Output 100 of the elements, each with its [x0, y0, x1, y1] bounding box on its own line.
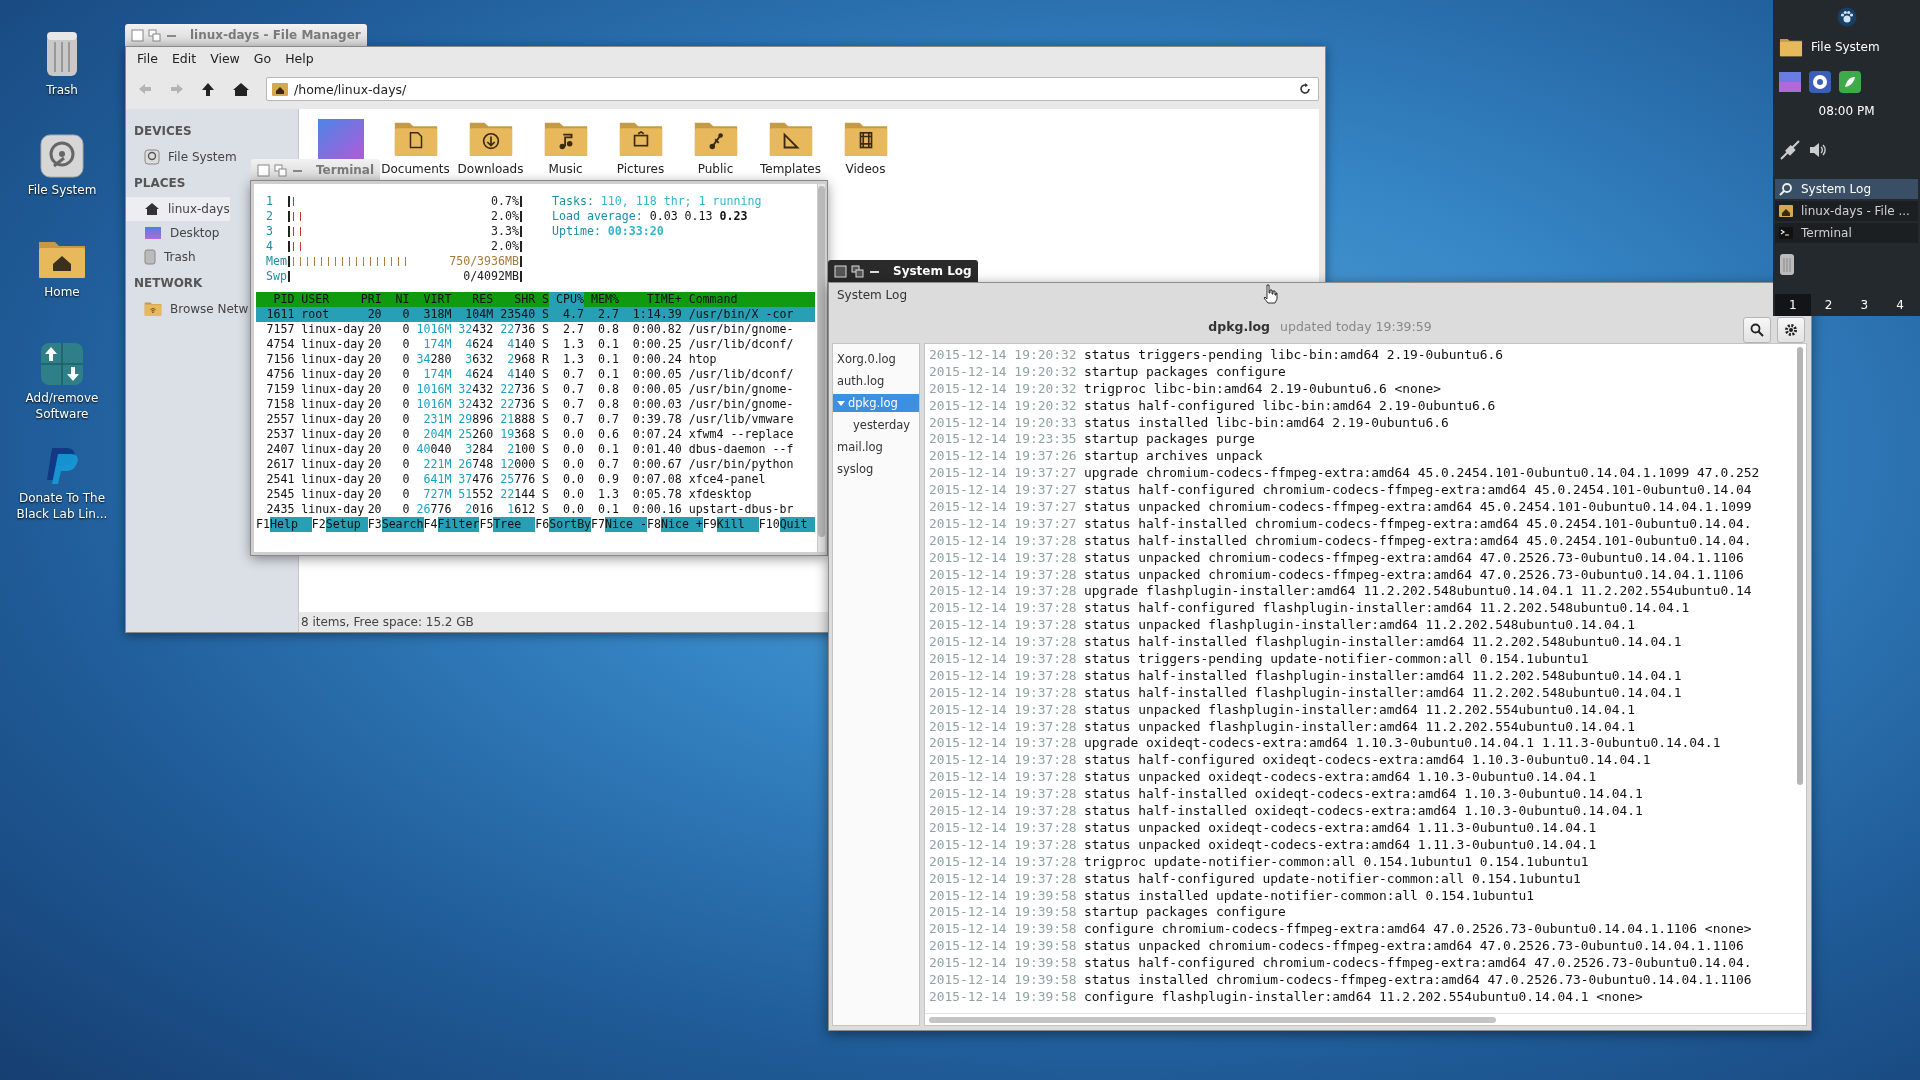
function-key[interactable]: F10: [758, 517, 780, 532]
table-cell-text: 0:07.08: [631, 472, 682, 487]
function-key[interactable]: F6: [535, 517, 550, 532]
table-cell-text: upstart-dbus-br: [687, 502, 795, 517]
sidebar-item[interactable]: linux-days: [126, 197, 230, 221]
clock[interactable]: 08:00 PM: [1818, 104, 1875, 118]
column-header[interactable]: PRI: [360, 292, 382, 307]
column-header[interactable]: NI: [381, 292, 410, 307]
menu-item[interactable]: View: [203, 50, 247, 66]
table-cell-text: 0: [401, 382, 410, 397]
table-cell-text: 26748: [457, 457, 494, 472]
column-header[interactable]: USER: [294, 292, 361, 307]
column-header[interactable]: RES: [451, 292, 494, 307]
trash-icon[interactable]: [1779, 252, 1795, 276]
plug-icon[interactable]: [1779, 139, 1801, 161]
log-file-item[interactable]: yesterday: [833, 416, 919, 434]
workspace-button[interactable]: 3: [1846, 294, 1883, 316]
function-key[interactable]: F1: [256, 517, 270, 532]
log-file-item[interactable]: Xorg.0.log: [833, 350, 919, 368]
scrollbar[interactable]: [817, 186, 825, 538]
table-cell-text: S: [541, 427, 550, 442]
column-header[interactable]: VIRT: [409, 292, 452, 307]
function-label[interactable]: Quit: [779, 517, 815, 532]
menu-item[interactable]: Go: [246, 50, 279, 66]
function-key[interactable]: F3: [367, 517, 382, 532]
column-header[interactable]: CPU%: [549, 292, 584, 307]
table-cell-text: 20: [366, 307, 382, 322]
workspace-button[interactable]: 2: [1810, 294, 1847, 316]
table-cell-text: S: [541, 457, 550, 472]
task-button[interactable]: Terminal: [1775, 223, 1918, 243]
log-file-item[interactable]: mail.log: [833, 438, 919, 456]
column-header[interactable]: PID: [256, 292, 295, 307]
menu-item[interactable]: File: [130, 50, 165, 66]
function-key[interactable]: F2: [311, 517, 326, 532]
sidebar-item[interactable]: Desktop: [126, 221, 220, 245]
column-header[interactable]: TIME+: [618, 292, 682, 307]
workspace-button[interactable]: 1: [1775, 294, 1811, 316]
workspace-button[interactable]: 4: [1882, 294, 1918, 316]
task-button[interactable]: linux-days - File ...: [1775, 201, 1918, 221]
function-label[interactable]: Setup: [325, 517, 368, 532]
table-cell-text: 2407: [265, 442, 295, 457]
function-label[interactable]: Search: [381, 517, 424, 532]
function-label[interactable]: SortBy: [549, 517, 592, 532]
paw-icon[interactable]: [1836, 7, 1857, 27]
table-cell-text: 4756: [265, 367, 295, 382]
table-cell-text: 25260: [457, 427, 494, 442]
sidebar-item[interactable]: Browse Netw: [126, 297, 249, 321]
sidebar-item[interactable]: File System: [126, 145, 252, 169]
globe-app-icon[interactable]: [1809, 71, 1831, 93]
leaf-app-icon[interactable]: [1839, 71, 1861, 93]
column-header[interactable]: MEM%: [584, 292, 619, 307]
caret-icon[interactable]: [837, 399, 845, 407]
function-label[interactable]: Tree: [493, 517, 536, 532]
place-label[interactable]: File System: [1811, 40, 1880, 54]
table-cell-text: S: [541, 502, 550, 517]
function-key[interactable]: F8: [646, 517, 661, 532]
menu-item[interactable]: Help: [278, 50, 321, 66]
table-cell-text: 2435: [265, 502, 295, 517]
function-label[interactable]: Kill: [716, 517, 759, 532]
meter-label: 1: [266, 194, 274, 209]
file-label: Pictures: [616, 161, 665, 176]
desktop-icon[interactable]: File System: [27, 134, 97, 198]
log-line: status unpacked oxideqt-codecs-extra:amd64 1.11.3-0ubuntu0.14.04.1: [1084, 819, 1597, 837]
column-header[interactable]: Command: [681, 292, 815, 307]
menu-item[interactable]: Edit: [164, 50, 204, 66]
wallpaper-icon[interactable]: [317, 119, 364, 159]
table-cell-text: 1016M: [415, 382, 452, 397]
desktop-icon[interactable]: Donate To The Black Lab Lin...: [8, 446, 116, 522]
restore-icon[interactable]: [851, 264, 864, 278]
location-field[interactable]: /home/linux-days/: [266, 77, 1319, 101]
column-header[interactable]: S: [535, 292, 550, 307]
log-file-item[interactable]: auth.log: [833, 372, 919, 390]
desktop-icon-label: File System: [27, 182, 97, 198]
function-label[interactable]: Filter: [437, 517, 480, 532]
scrollbar[interactable]: [929, 1016, 1497, 1023]
table-cell-text: 0.7: [562, 382, 584, 397]
volume-icon[interactable]: [1809, 142, 1827, 158]
sidebar-item[interactable]: Trash: [126, 245, 196, 269]
scrollbar[interactable]: [1797, 347, 1803, 785]
function-key[interactable]: F4: [423, 517, 438, 532]
column-header[interactable]: SHR: [493, 292, 536, 307]
search-button[interactable]: [1743, 317, 1771, 343]
log-line: upgrade oxideqt-codecs-extra:amd64 1.10.3-0ubuntu0.14.04.1 1.11.3-0ubuntu0.14.04.1: [1084, 735, 1721, 753]
function-label[interactable]: Nice -: [605, 517, 647, 532]
task-button[interactable]: System Log: [1775, 179, 1918, 199]
table-cell-text: 0:00.03: [631, 397, 682, 412]
desktop-icon[interactable]: Trash: [45, 30, 79, 98]
table-cell-text: 0: [401, 412, 410, 427]
settings-button[interactable]: [1777, 317, 1805, 343]
table-cell-text: root: [300, 307, 331, 322]
settings-icon: [1784, 323, 1798, 337]
log-line: status half-configured chromium-codecs-ffmpeg-extra:amd64 45.0.2454.101-0ubuntu0.14.04: [1084, 482, 1752, 499]
log-file-item[interactable]: syslog: [833, 460, 919, 478]
log-timestamp: 2015-12-14 19:37:28: [929, 617, 1078, 635]
desktop-icon[interactable]: Add/remove Software: [8, 342, 116, 422]
table-cell-text: S: [541, 382, 550, 397]
log-timestamp: 2015-12-14 19:37:27: [929, 482, 1078, 499]
table-cell-text: 0:01.40: [631, 442, 682, 457]
reload-icon[interactable]: [1298, 82, 1312, 96]
desktop-icon[interactable]: Home: [37, 238, 87, 300]
